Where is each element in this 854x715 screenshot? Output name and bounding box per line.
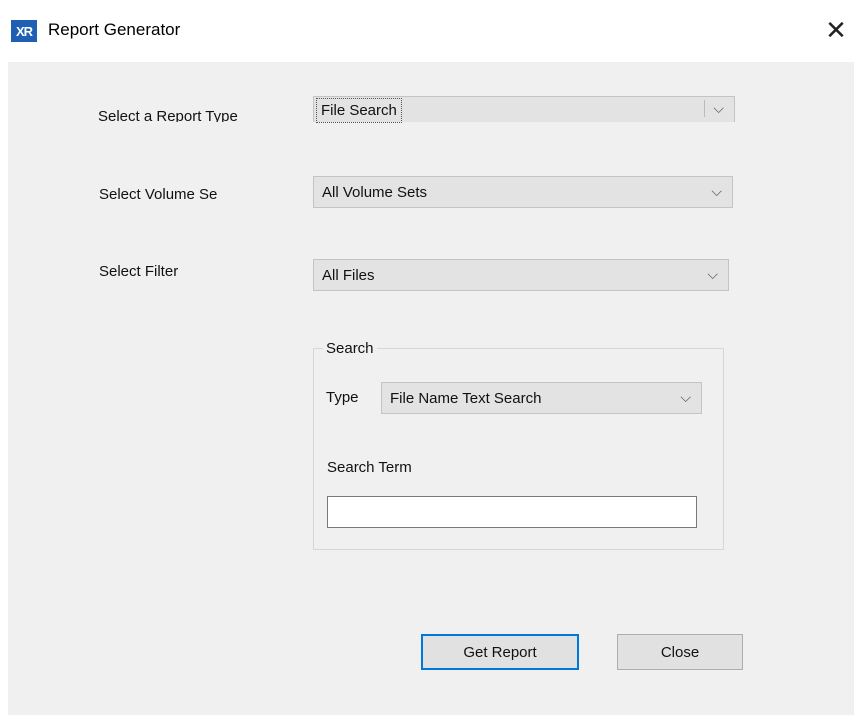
close-button[interactable]: Close <box>617 634 743 670</box>
get-report-button[interactable]: Get Report <box>421 634 579 670</box>
title-bar: XR Report Generator ✕ <box>0 0 854 62</box>
chevron-down-icon: ⌵ <box>711 183 722 199</box>
volume-set-label: Select Volume Se <box>99 186 218 203</box>
search-term-input[interactable] <box>327 496 697 528</box>
filter-select[interactable]: All Files ⌵ <box>313 259 729 291</box>
filter-label: Select Filter <box>99 263 179 280</box>
dialog-body: Select a Report Type File Search ⌵ Selec… <box>8 62 854 715</box>
report-type-select[interactable]: File Search ⌵ <box>313 96 735 123</box>
close-window-icon[interactable]: ✕ <box>818 10 854 50</box>
window-title: Report Generator <box>48 20 181 39</box>
chevron-down-icon: ⌵ <box>704 100 724 117</box>
search-term-label: Search Term <box>327 459 412 476</box>
report-type-label: Select a Report Type <box>98 108 238 122</box>
volume-set-value: All Volume Sets <box>322 184 428 201</box>
filter-value: All Files <box>322 267 375 284</box>
search-type-label: Type <box>326 389 359 406</box>
search-type-value: File Name Text Search <box>390 390 542 407</box>
search-group-title: Search <box>323 340 377 357</box>
app-logo-icon: XR <box>11 20 37 42</box>
chevron-down-icon: ⌵ <box>707 266 718 282</box>
chevron-down-icon: ⌵ <box>680 389 691 405</box>
search-type-select[interactable]: File Name Text Search ⌵ <box>381 382 702 414</box>
volume-set-select[interactable]: All Volume Sets ⌵ <box>313 176 733 208</box>
report-type-value: File Search <box>316 98 402 123</box>
